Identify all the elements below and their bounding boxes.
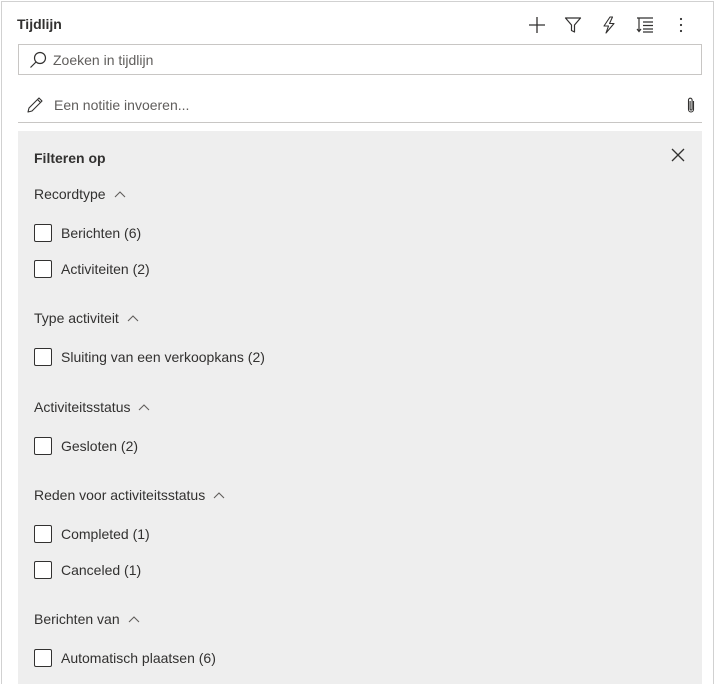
section-toggle-type-activiteit[interactable]: Type activiteit <box>34 308 139 328</box>
search-input[interactable] <box>53 51 701 68</box>
pencil-icon <box>27 96 43 113</box>
filter-option-gesloten[interactable]: Gesloten (2) <box>34 436 138 456</box>
filter-section-activiteitsstatus: Activiteitsstatus <box>34 397 150 417</box>
filter-title: Filteren op <box>34 150 106 166</box>
section-label: Recordtype <box>34 186 106 202</box>
toolbar <box>519 12 699 38</box>
filter-option-activiteiten[interactable]: Activiteiten (2) <box>34 259 150 279</box>
chevron-up-icon <box>127 315 139 322</box>
section-toggle-berichten-van[interactable]: Berichten van <box>34 609 140 629</box>
close-icon[interactable] <box>670 147 686 163</box>
paperclip-icon[interactable] <box>686 96 696 114</box>
filter-option-automatisch-plaatsen[interactable]: Automatisch plaatsen (6) <box>34 648 216 668</box>
checkbox[interactable] <box>34 561 52 579</box>
section-label: Activiteitsstatus <box>34 399 131 415</box>
section-toggle-activiteitsstatus[interactable]: Activiteitsstatus <box>34 397 150 417</box>
add-button[interactable] <box>519 12 555 38</box>
more-options-button[interactable] <box>663 12 699 38</box>
timeline-search <box>18 44 702 75</box>
chevron-up-icon <box>128 616 139 623</box>
search-icon <box>30 51 47 68</box>
flash-button[interactable] <box>591 12 627 38</box>
filter-option-sluiting-verkoopkans[interactable]: Sluiting van een verkoopkans (2) <box>34 347 265 367</box>
filter-option-completed[interactable]: Completed (1) <box>34 524 150 544</box>
sort-icon <box>636 17 653 33</box>
section-label: Type activiteit <box>34 310 119 326</box>
flash-icon <box>603 16 615 34</box>
add-icon <box>529 17 545 33</box>
checkbox[interactable] <box>34 525 52 543</box>
checkbox[interactable] <box>34 437 52 455</box>
panel-title: Tijdlijn <box>17 16 62 32</box>
sort-button[interactable] <box>627 12 663 38</box>
filter-option-berichten[interactable]: Berichten (6) <box>34 223 141 243</box>
section-toggle-reden-activiteitsstatus[interactable]: Reden voor activiteitsstatus <box>34 485 225 505</box>
filter-option-canceled[interactable]: Canceled (1) <box>34 560 141 580</box>
section-label: Berichten van <box>34 611 120 627</box>
checkbox[interactable] <box>34 348 52 366</box>
filter-section-reden-activiteitsstatus: Reden voor activiteitsstatus <box>34 485 225 505</box>
filter-icon <box>564 17 582 33</box>
checkbox[interactable] <box>34 649 52 667</box>
note-entry[interactable]: Een notitie invoeren... <box>18 87 702 123</box>
note-placeholder[interactable]: Een notitie invoeren... <box>54 97 686 113</box>
filter-section-type-activiteit: Type activiteit <box>34 308 139 328</box>
section-label: Reden voor activiteitsstatus <box>34 487 206 503</box>
timeline-panel: Tijdlijn Een notitie invoeren... Filtere… <box>1 1 714 684</box>
filter-section-recordtype: Recordtype <box>34 184 126 204</box>
checkbox[interactable] <box>34 260 52 278</box>
chevron-up-icon <box>139 404 150 411</box>
checkbox[interactable] <box>34 224 52 242</box>
more-icon <box>679 17 683 33</box>
filter-button[interactable] <box>555 12 591 38</box>
chevron-up-icon <box>114 191 125 198</box>
filter-section-berichten-van: Berichten van <box>34 609 140 629</box>
section-toggle-recordtype[interactable]: Recordtype <box>34 184 126 204</box>
filter-panel: Filteren op Recordtype Berichten (6) Act… <box>18 131 702 684</box>
chevron-up-icon <box>213 492 225 499</box>
